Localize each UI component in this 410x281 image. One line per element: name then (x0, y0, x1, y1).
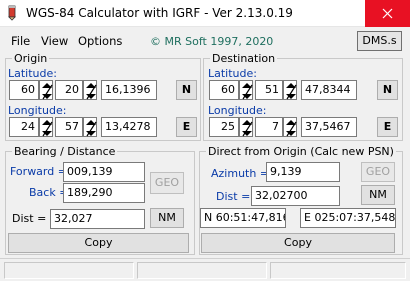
destination-longitude-label: Longitude: (208, 104, 267, 117)
window-title: WGS-84 Calculator with IGRF - Ver 2.13.0… (26, 6, 293, 20)
origin-lat-hemisphere-button[interactable]: N (176, 80, 197, 100)
destination-lon-hemisphere-button[interactable]: E (377, 117, 398, 137)
origin-lat-deg-spinner[interactable] (39, 80, 53, 100)
destination-lon-sec[interactable]: 37,5467 (301, 117, 357, 137)
spin-arrows-icon (86, 83, 97, 100)
direct-distance-field[interactable]: 32,02700 (251, 186, 340, 206)
bearing-distance-field[interactable]: 32,027 (50, 209, 145, 229)
spin-arrows-icon (42, 120, 53, 137)
result-latitude-field[interactable]: N 60:51:47,8160 (200, 208, 286, 228)
menu-file[interactable]: File (11, 34, 30, 48)
bearing-nm-button[interactable]: NM (150, 208, 184, 228)
destination-title: Destination (210, 52, 278, 65)
azimuth-field[interactable]: 9,139 (266, 162, 340, 182)
status-bar (0, 258, 410, 281)
spin-arrows-icon (286, 120, 297, 137)
origin-title: Origin (12, 52, 50, 65)
spin-arrows-icon (242, 83, 253, 100)
app-window: WGS-84 Calculator with IGRF - Ver 2.13.0… (0, 0, 410, 281)
menu-view[interactable]: View (41, 34, 68, 48)
direct-dist-label: Dist = (216, 190, 251, 203)
status-pane (4, 262, 134, 279)
destination-lat-deg[interactable]: 60 (209, 80, 239, 100)
origin-lat-min[interactable]: 20 (55, 80, 83, 100)
copyright-text: © MR Soft 1997, 2020 (150, 35, 274, 48)
origin-lon-sec[interactable]: 13,4278 (101, 117, 157, 137)
origin-lon-min-spinner[interactable] (83, 117, 97, 137)
close-icon (382, 8, 393, 19)
spin-arrows-icon (286, 83, 297, 100)
direct-copy-button[interactable]: Copy (201, 233, 395, 253)
origin-lat-min-spinner[interactable] (83, 80, 97, 100)
spin-arrows-icon (242, 120, 253, 137)
direct-from-origin-title: Direct from Origin (Calc new PSN) (206, 145, 396, 158)
origin-lon-hemisphere-button[interactable]: E (176, 117, 197, 137)
destination-lat-min-spinner[interactable] (283, 80, 297, 100)
origin-lon-deg[interactable]: 24 (9, 117, 39, 137)
destination-lon-deg-spinner[interactable] (239, 117, 253, 137)
destination-lat-sec[interactable]: 47,8344 (301, 80, 357, 100)
menu-options[interactable]: Options (78, 34, 122, 48)
origin-lon-min[interactable]: 57 (55, 117, 83, 137)
close-button[interactable] (365, 0, 410, 27)
origin-lon-deg-spinner[interactable] (39, 117, 53, 137)
destination-lat-hemisphere-button[interactable]: N (377, 80, 398, 100)
destination-lat-deg-spinner[interactable] (239, 80, 253, 100)
back-bearing-field[interactable]: 189,290 (63, 183, 145, 203)
origin-lat-sec[interactable]: 16,1396 (101, 80, 157, 100)
destination-lon-min-spinner[interactable] (283, 117, 297, 137)
azimuth-label: Azimuth = (211, 167, 270, 180)
dms-button[interactable]: DMS.s (357, 31, 402, 51)
direct-nm-button[interactable]: NM (361, 185, 395, 205)
forward-label: Forward = (10, 165, 67, 178)
bearing-geo-button[interactable]: GEO (150, 172, 184, 194)
pencil-icon (8, 5, 16, 21)
destination-lon-min[interactable]: 7 (255, 117, 283, 137)
direct-geo-button[interactable]: GEO (361, 162, 395, 182)
bearing-copy-button[interactable]: Copy (8, 233, 189, 253)
destination-latitude-label: Latitude: (208, 67, 257, 80)
bearing-distance-title: Bearing / Distance (12, 145, 118, 158)
spin-arrows-icon (86, 120, 97, 137)
bearing-dist-label: Dist = (12, 212, 47, 225)
origin-lat-deg[interactable]: 60 (9, 80, 39, 100)
spin-arrows-icon (42, 83, 53, 100)
destination-lat-min[interactable]: 51 (255, 80, 283, 100)
title-bar[interactable]: WGS-84 Calculator with IGRF - Ver 2.13.0… (0, 0, 410, 27)
origin-latitude-label: Latitude: (8, 67, 57, 80)
origin-longitude-label: Longitude: (8, 104, 67, 117)
destination-lon-deg[interactable]: 25 (209, 117, 239, 137)
status-pane (137, 262, 267, 279)
forward-bearing-field[interactable]: 009,139 (63, 162, 145, 182)
result-longitude-field[interactable]: E 025:07:37,5483 (300, 208, 396, 228)
status-pane (270, 262, 406, 279)
